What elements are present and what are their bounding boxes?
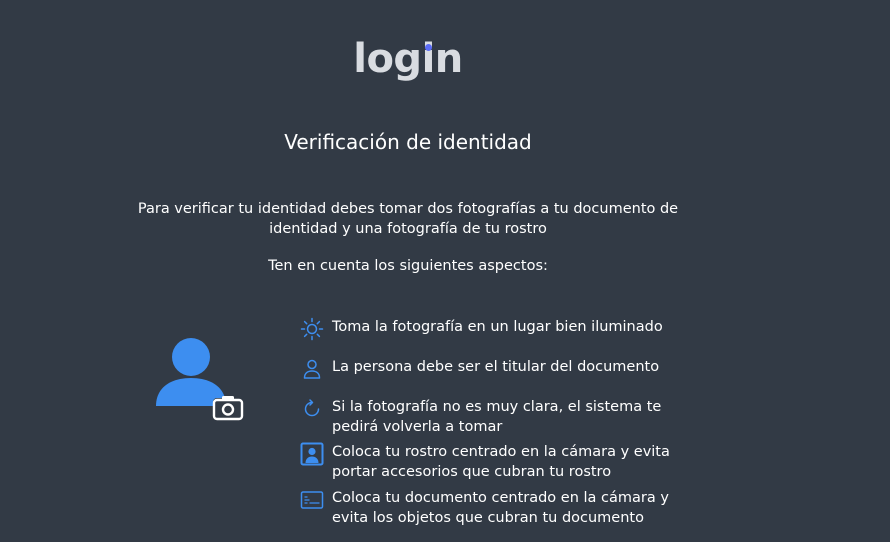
refresh-icon [304,399,320,417]
tip-face: Coloca tu rostro centrado en la cámara y… [300,442,702,482]
logo-text-prefix: log [353,36,422,82]
tip-holder: La persona debe ser el titular del docum… [300,357,702,381]
tip-text: Si la fotografía no es muy clara, el sis… [332,399,662,435]
tip-text: Toma la fotografía en un lugar bien ilum… [332,319,663,335]
logo-text-suffix: n [434,36,463,82]
tip-text: Coloca tu documento centrado en la cámar… [332,490,669,526]
aspects-heading: Ten en cuenta los siguientes aspectos: [268,258,548,274]
sun-icon [300,317,324,341]
tip-text: Coloca tu rostro centrado en la cámara y… [332,444,670,480]
brand-logo: login [0,36,816,82]
tip-text: La persona debe ser el titular del docum… [332,359,660,375]
portrait-frame-icon [300,442,324,466]
tip-document: Coloca tu documento centrado en la cámar… [300,488,702,528]
page-title: Verificación de identidad [284,130,532,154]
id-card-icon [300,491,324,509]
tip-lighting: Toma la fotografía en un lugar bien ilum… [300,317,702,341]
person-icon [303,359,321,379]
user-camera-icon [156,338,244,421]
logo-text-i: i [421,36,436,82]
tip-retake: Si la fotografía no es muy clara, el sis… [300,397,702,437]
intro-text: Para verificar tu identidad debes tomar … [137,201,679,237]
